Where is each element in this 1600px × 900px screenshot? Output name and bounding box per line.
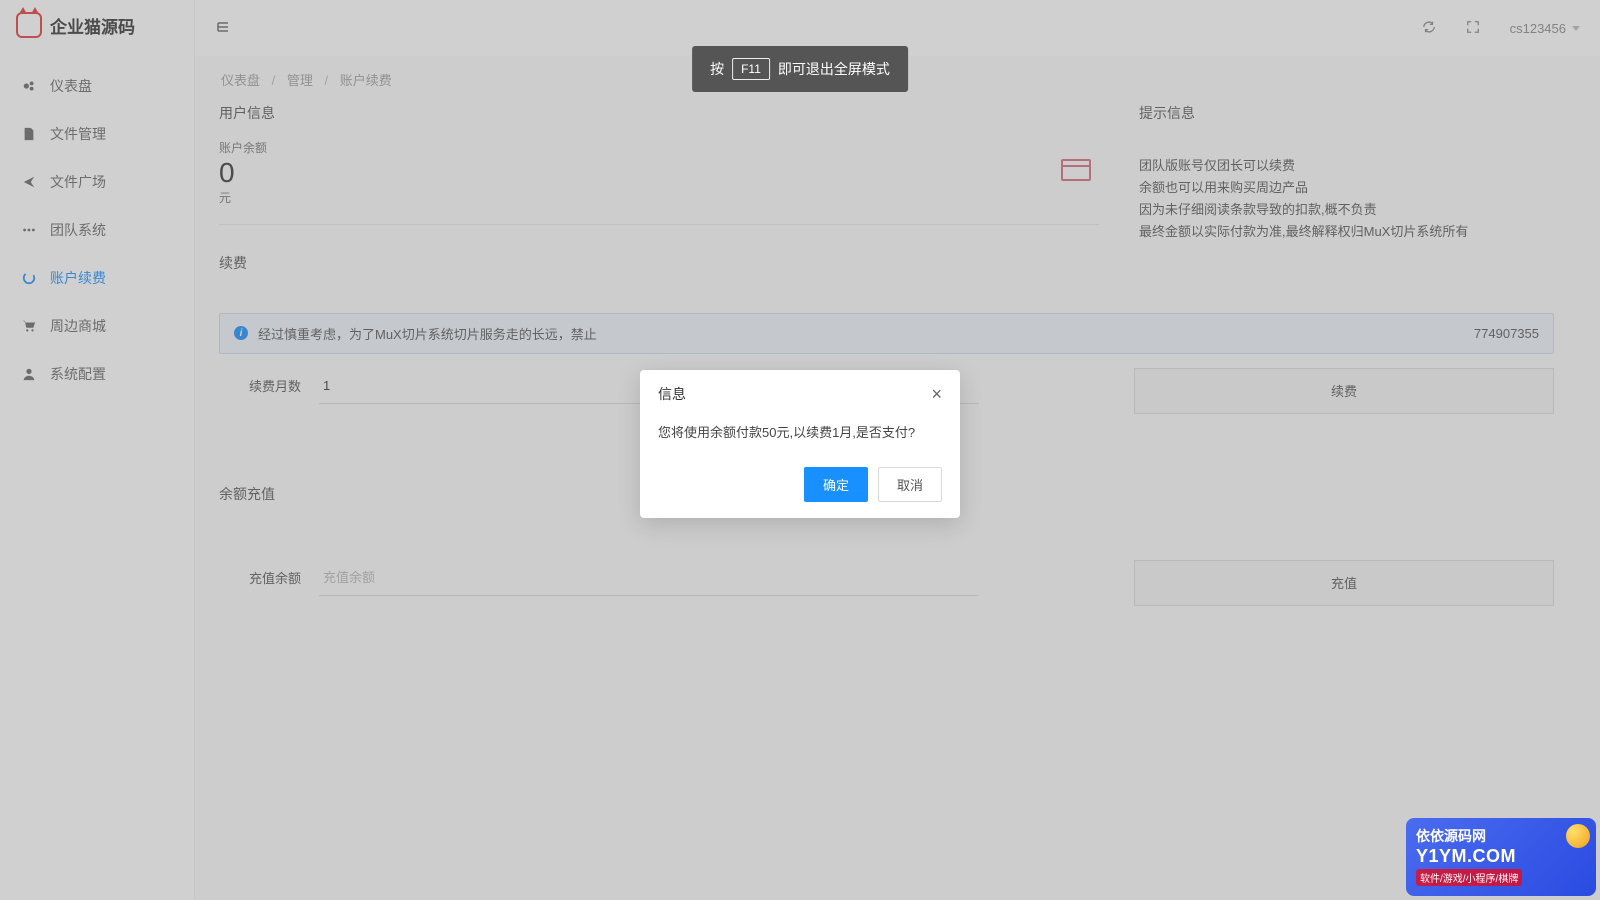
- watermark-badge-icon: [1566, 824, 1590, 848]
- toast-suffix: 即可退出全屏模式: [778, 59, 890, 79]
- confirm-button[interactable]: 确定: [804, 467, 868, 502]
- toast-key: F11: [732, 58, 770, 80]
- modal-title: 信息: [658, 384, 686, 404]
- cancel-button[interactable]: 取消: [878, 467, 942, 502]
- modal-overlay: 信息 × 您将使用余额付款50元,以续费1月,是否支付? 确定 取消: [0, 0, 1600, 900]
- modal-body: 您将使用余额付款50元,以续费1月,是否支付?: [640, 412, 960, 459]
- watermark: 依依源码网 Y1YM.COM 软件/游戏/小程序/棋牌: [1406, 818, 1596, 896]
- confirm-modal: 信息 × 您将使用余额付款50元,以续费1月,是否支付? 确定 取消: [640, 370, 960, 518]
- watermark-title: 依依源码网: [1416, 826, 1586, 846]
- fullscreen-toast: 按 F11 即可退出全屏模式: [692, 46, 908, 92]
- watermark-tags: 软件/游戏/小程序/棋牌: [1416, 869, 1522, 886]
- close-icon[interactable]: ×: [931, 385, 942, 403]
- toast-prefix: 按: [710, 59, 724, 79]
- watermark-domain: Y1YM.COM: [1416, 846, 1586, 867]
